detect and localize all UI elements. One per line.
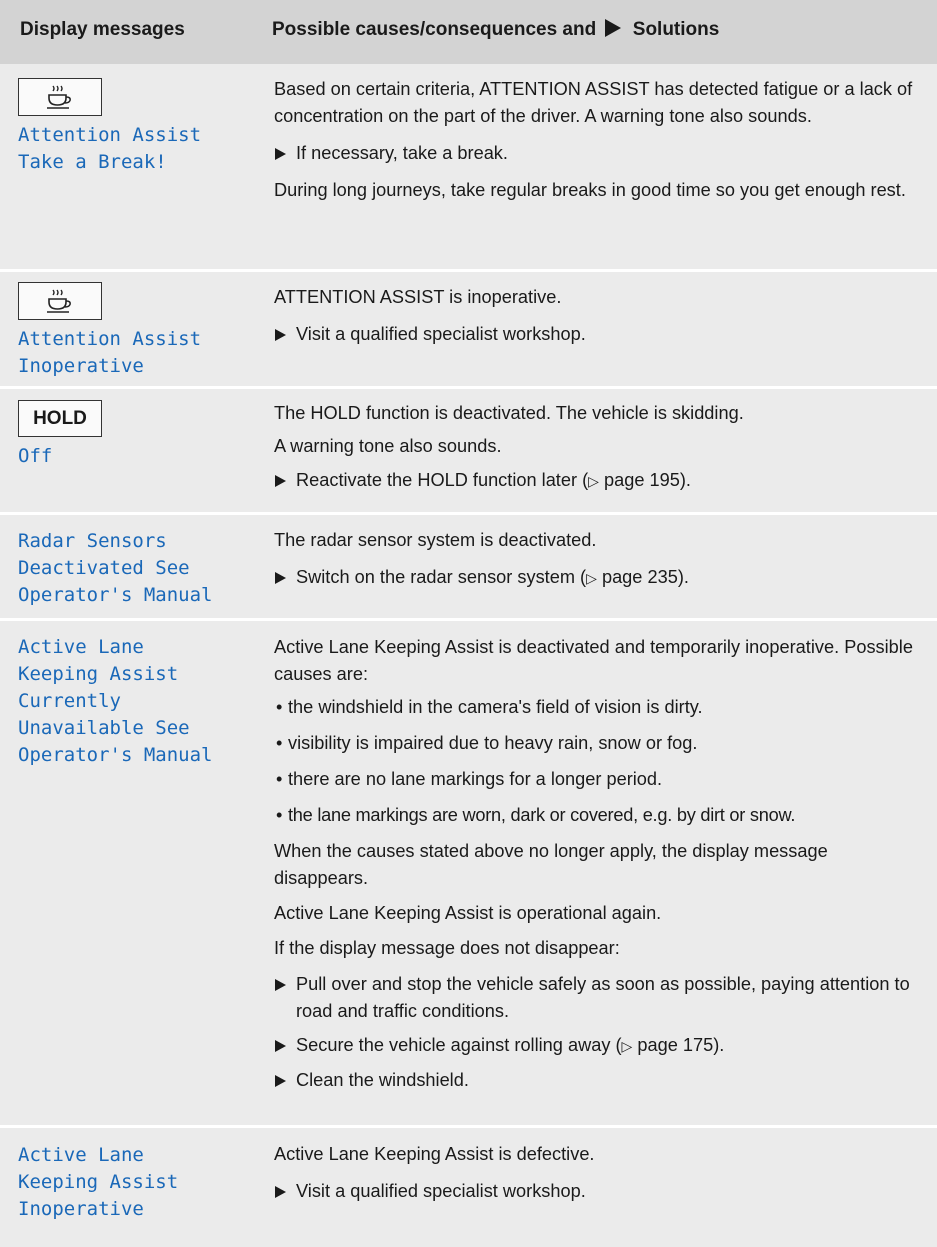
list-item: visibility is impaired due to heavy rain… [274, 730, 926, 757]
message-cell: Attention Assist Take a Break! [18, 78, 243, 176]
display-message-text: Off [18, 445, 53, 467]
action-step: Visit a qualified specialist workshop. [274, 1178, 926, 1205]
triangle-right-icon [605, 19, 622, 37]
display-messages-table: Display messages Possible causes/consequ… [0, 0, 937, 1247]
list-item: there are no lane markings for a longer … [274, 766, 926, 793]
page-ref-icon: ▷ [621, 1038, 633, 1054]
action-text-end: ). [713, 1035, 725, 1055]
hold-badge: HOLD [18, 400, 102, 437]
note-text: If the display message does not disappea… [274, 938, 620, 958]
table-row: Attention Assist Inoperative ATTENTION A… [0, 272, 937, 386]
message-cell: Attention Assist Inoperative [18, 282, 243, 380]
list-item: the windshield in the camera's field of … [274, 694, 926, 721]
table-row: HOLD Off The HOLD function is deactivate… [0, 389, 937, 512]
action-step: Secure the vehicle against rolling away … [274, 1032, 926, 1060]
table-row: Attention Assist Take a Break! Based on … [0, 64, 937, 269]
page-link[interactable]: page 235 [602, 567, 678, 587]
action-step: Visit a qualified specialist workshop. [274, 321, 926, 348]
note-text: During long journeys, take regular break… [274, 180, 906, 200]
table-row: Active Lane Keeping Assist Currently Una… [0, 621, 937, 1125]
cause-text: Active Lane Keeping Assist is deactivate… [274, 637, 913, 684]
list-item: the lane markings are worn, dark or cove… [274, 802, 926, 829]
page-ref-icon: ▷ [586, 570, 597, 586]
solution-cell: Active Lane Keeping Assist is defective.… [274, 1141, 926, 1215]
display-message-text: Active Lane Keeping Assist Currently Una… [18, 636, 213, 766]
display-message-text: Radar Sensors Deactivated See Operator's… [18, 530, 213, 606]
action-text-end: ). [677, 567, 689, 587]
action-step: Pull over and stop the vehicle safely as… [274, 971, 926, 1025]
cause-text: A warning tone also sounds. [274, 436, 502, 456]
display-message-text: Attention Assist Take a Break! [18, 124, 202, 173]
action-step: If necessary, take a break. [274, 140, 926, 167]
page-link[interactable]: page 175 [637, 1035, 713, 1055]
table-header: Display messages Possible causes/consequ… [0, 0, 937, 64]
cause-text: Active Lane Keeping Assist is defective. [274, 1144, 595, 1164]
action-text: Secure the vehicle against rolling away … [296, 1035, 622, 1055]
action-text-end: ). [679, 470, 691, 490]
display-message-text: Active Lane Keeping Assist Inoperative [18, 1144, 179, 1220]
coffee-cup-icon [18, 282, 102, 320]
cause-text: The HOLD function is deactivated. The ve… [274, 403, 744, 423]
page-ref-icon: ▷ [588, 473, 599, 489]
solution-cell: The HOLD function is deactivated. The ve… [274, 400, 926, 505]
solution-cell: ATTENTION ASSIST is inoperative. Visit a… [274, 284, 926, 358]
action-step: Switch on the radar sensor system (▷ pag… [274, 564, 926, 592]
solution-cell: The radar sensor system is deactivated. … [274, 527, 926, 602]
message-cell: HOLD Off [18, 400, 243, 470]
header-causes-solutions: Possible causes/consequences and Solutio… [272, 19, 719, 41]
message-cell: Radar Sensors Deactivated See Operator's… [18, 528, 243, 609]
cause-text: The radar sensor system is deactivated. [274, 530, 597, 550]
action-step: Reactivate the HOLD function later (▷ pa… [274, 467, 926, 495]
header-causes-label: Possible causes/consequences and [272, 19, 597, 40]
coffee-cup-icon [18, 78, 102, 116]
note-text: When the causes stated above no longer a… [274, 841, 828, 888]
note-text: Active Lane Keeping Assist is operationa… [274, 903, 662, 923]
display-message-text: Attention Assist Inoperative [18, 328, 202, 377]
action-text: Switch on the radar sensor system ( [296, 567, 587, 587]
table-row: Radar Sensors Deactivated See Operator's… [0, 515, 937, 618]
header-solutions-label: Solutions [632, 19, 720, 40]
solution-cell: Active Lane Keeping Assist is deactivate… [274, 634, 926, 1104]
table-row: Active Lane Keeping Assist Inoperative A… [0, 1128, 937, 1247]
message-cell: Active Lane Keeping Assist Inoperative [18, 1142, 243, 1223]
solution-cell: Based on certain criteria, ATTENTION ASS… [274, 76, 926, 214]
page-link[interactable]: page 195 [604, 470, 680, 490]
message-cell: Active Lane Keeping Assist Currently Una… [18, 634, 243, 769]
action-step: Clean the windshield. [274, 1067, 926, 1094]
cause-text: ATTENTION ASSIST is inoperative. [274, 287, 562, 307]
header-display-messages: Display messages [20, 19, 185, 40]
action-text: Reactivate the HOLD function later ( [296, 470, 589, 490]
cause-text: Based on certain criteria, ATTENTION ASS… [274, 79, 913, 126]
